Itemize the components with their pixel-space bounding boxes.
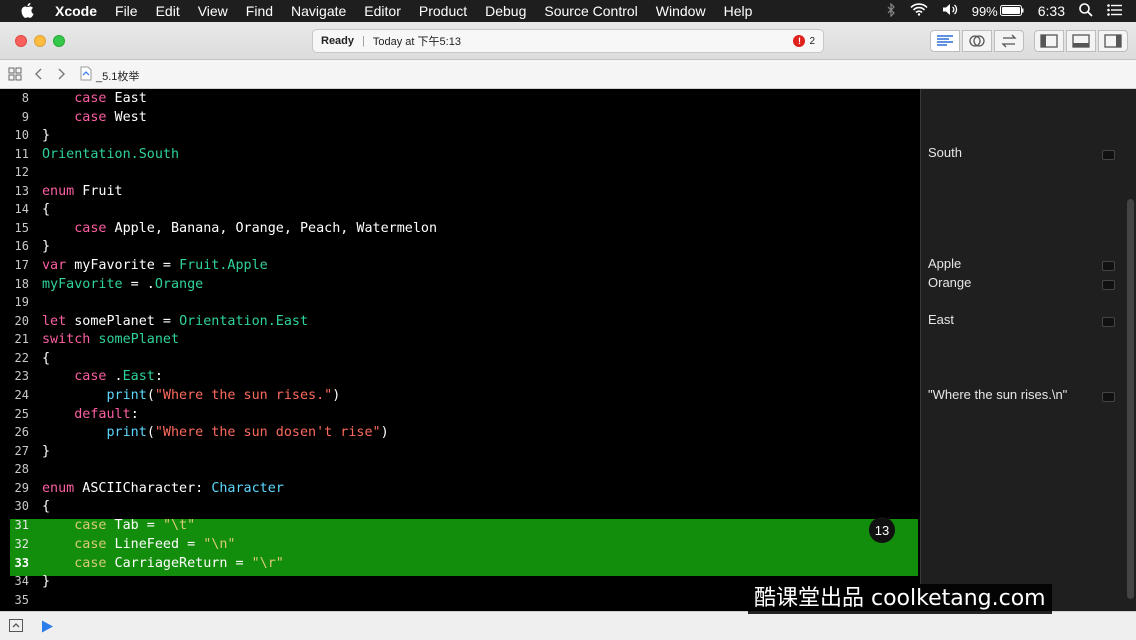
code-line: 8 case East — [21, 91, 147, 106]
code-line: 23 case .East: — [14, 369, 163, 384]
back-arrow-icon[interactable] — [34, 67, 44, 84]
menu-window[interactable]: Window — [656, 3, 706, 19]
step-badge: 13 — [869, 517, 895, 543]
code-line: 28 — [14, 462, 29, 476]
standard-editor-icon — [937, 35, 953, 46]
version-editor-icon — [1001, 34, 1017, 48]
debug-panel-icon — [1072, 34, 1090, 48]
notification-center-icon[interactable] — [1107, 3, 1122, 19]
menu-file[interactable]: File — [115, 3, 138, 19]
code-line: 9 case West — [21, 110, 147, 125]
source-editor[interactable]: 8 case East 9 case West 10} 11 Orientatio… — [0, 89, 920, 611]
quick-look-icon[interactable] — [1102, 261, 1115, 271]
code-line: 18 myFavorite = .Orange — [14, 277, 204, 292]
code-line: 15 case Apple, Banana, Orange, Peach, Wa… — [14, 221, 438, 236]
wifi-icon[interactable] — [910, 3, 928, 19]
activity-viewer: Ready | Today at 下午5:13 ! 2 — [312, 29, 824, 53]
error-indicator[interactable]: ! 2 — [793, 35, 815, 47]
menu-view[interactable]: View — [198, 3, 228, 19]
minimize-window-button[interactable] — [34, 35, 46, 47]
result-value: Orange — [928, 275, 972, 290]
code-line: 14{ — [14, 202, 51, 217]
quick-look-icon[interactable] — [1102, 280, 1115, 290]
jump-bar: _5.1枚举 — [0, 60, 1136, 89]
menu-edit[interactable]: Edit — [156, 3, 180, 19]
bluetooth-icon[interactable] — [886, 2, 896, 20]
code-line: 27} — [14, 444, 51, 459]
menu-find[interactable]: Find — [246, 3, 273, 19]
assistant-editor-icon — [969, 35, 985, 47]
code-line: 21 switch somePlanet — [14, 332, 180, 347]
result-value: East — [928, 312, 955, 327]
code-line: 16} — [14, 239, 51, 254]
build-timestamp: Today at 下午5:13 — [372, 36, 461, 48]
debug-bar — [0, 611, 1136, 640]
status-separator: | — [362, 35, 365, 47]
status-area: 99% 6:33 — [886, 0, 1136, 22]
battery-percent: 99% — [971, 3, 998, 19]
build-status: Ready — [321, 35, 355, 47]
toggle-utilities-button[interactable] — [1098, 30, 1128, 52]
related-items-icon[interactable] — [8, 67, 22, 84]
window-toolbar: Ready | Today at 下午5:13 ! 2 — [0, 22, 1136, 60]
code-line: 20 let somePlanet = Orientation.East — [14, 314, 309, 329]
menu-navigate[interactable]: Navigate — [291, 3, 346, 19]
quick-look-icon[interactable] — [1102, 392, 1115, 402]
jump-bar-file[interactable]: _5.1枚举 — [96, 68, 139, 84]
close-window-button[interactable] — [15, 35, 27, 47]
quick-look-icon[interactable] — [1102, 317, 1115, 327]
result-value: South — [928, 145, 962, 160]
playground-results-sidebar: South Apple Orange East "Where the sun r… — [920, 89, 1136, 611]
menu-help[interactable]: Help — [724, 3, 753, 19]
zoom-window-button[interactable] — [53, 35, 65, 47]
quick-look-icon[interactable] — [1102, 150, 1115, 160]
toggle-navigator-button[interactable] — [1034, 30, 1064, 52]
code-line: 10} — [14, 128, 51, 143]
code-line: 17 var myFavorite = Fruit.Apple — [14, 258, 268, 273]
version-editor-button[interactable] — [994, 30, 1024, 52]
results-scrollbar[interactable] — [1127, 199, 1134, 599]
code-line: 24 print("Where the sun rises.") — [14, 388, 341, 403]
menu-bar: Xcode File Edit View Find Navigate Edito… — [0, 0, 1136, 22]
navigator-panel-icon — [1040, 34, 1058, 48]
watermark-text: 酷课堂出品 coolketang.com — [748, 584, 1052, 614]
volume-icon[interactable] — [942, 3, 958, 19]
battery-icon[interactable] — [999, 4, 1024, 19]
code-line: 31 case Tab = "\t" — [14, 518, 196, 533]
menu-source-control[interactable]: Source Control — [544, 3, 637, 19]
assistant-editor-button[interactable] — [962, 30, 992, 52]
run-playground-icon[interactable] — [41, 620, 53, 638]
menu-app[interactable]: Xcode — [55, 3, 97, 19]
code-line: 29 enum ASCIICharacter: Character — [14, 481, 284, 496]
code-line: 26 print("Where the sun dosen't rise") — [14, 425, 389, 440]
code-line: 12 — [14, 165, 29, 179]
spotlight-icon[interactable] — [1079, 2, 1093, 20]
code-line: 32 case LineFeed = "\n" — [14, 537, 236, 552]
menu-editor[interactable]: Editor — [364, 3, 401, 19]
standard-editor-button[interactable] — [930, 30, 960, 52]
playground-file-icon — [80, 66, 92, 84]
apple-menu-icon[interactable] — [17, 0, 39, 22]
result-value: "Where the sun rises.\n" — [928, 387, 1068, 402]
code-line: 13 enum Fruit — [14, 184, 123, 199]
menu-product[interactable]: Product — [419, 3, 467, 19]
forward-arrow-icon[interactable] — [56, 67, 66, 84]
menu-debug[interactable]: Debug — [485, 3, 526, 19]
code-line: 33 case CarriageReturn = "\r" — [14, 556, 284, 571]
code-line: 22{ — [14, 351, 51, 366]
toggle-debug-area-button[interactable] — [1066, 30, 1096, 52]
hide-debug-area-icon[interactable] — [9, 619, 23, 637]
error-icon: ! — [793, 35, 806, 47]
utilities-panel-icon — [1104, 34, 1122, 48]
code-line: 25 default: — [14, 407, 139, 422]
error-count: 2 — [809, 35, 815, 47]
code-line: 30{ — [14, 499, 51, 514]
code-line: 11 Orientation.South — [14, 147, 180, 162]
result-value: Apple — [928, 256, 962, 271]
clock[interactable]: 6:33 — [1038, 3, 1065, 19]
code-line: 19 — [14, 295, 29, 309]
